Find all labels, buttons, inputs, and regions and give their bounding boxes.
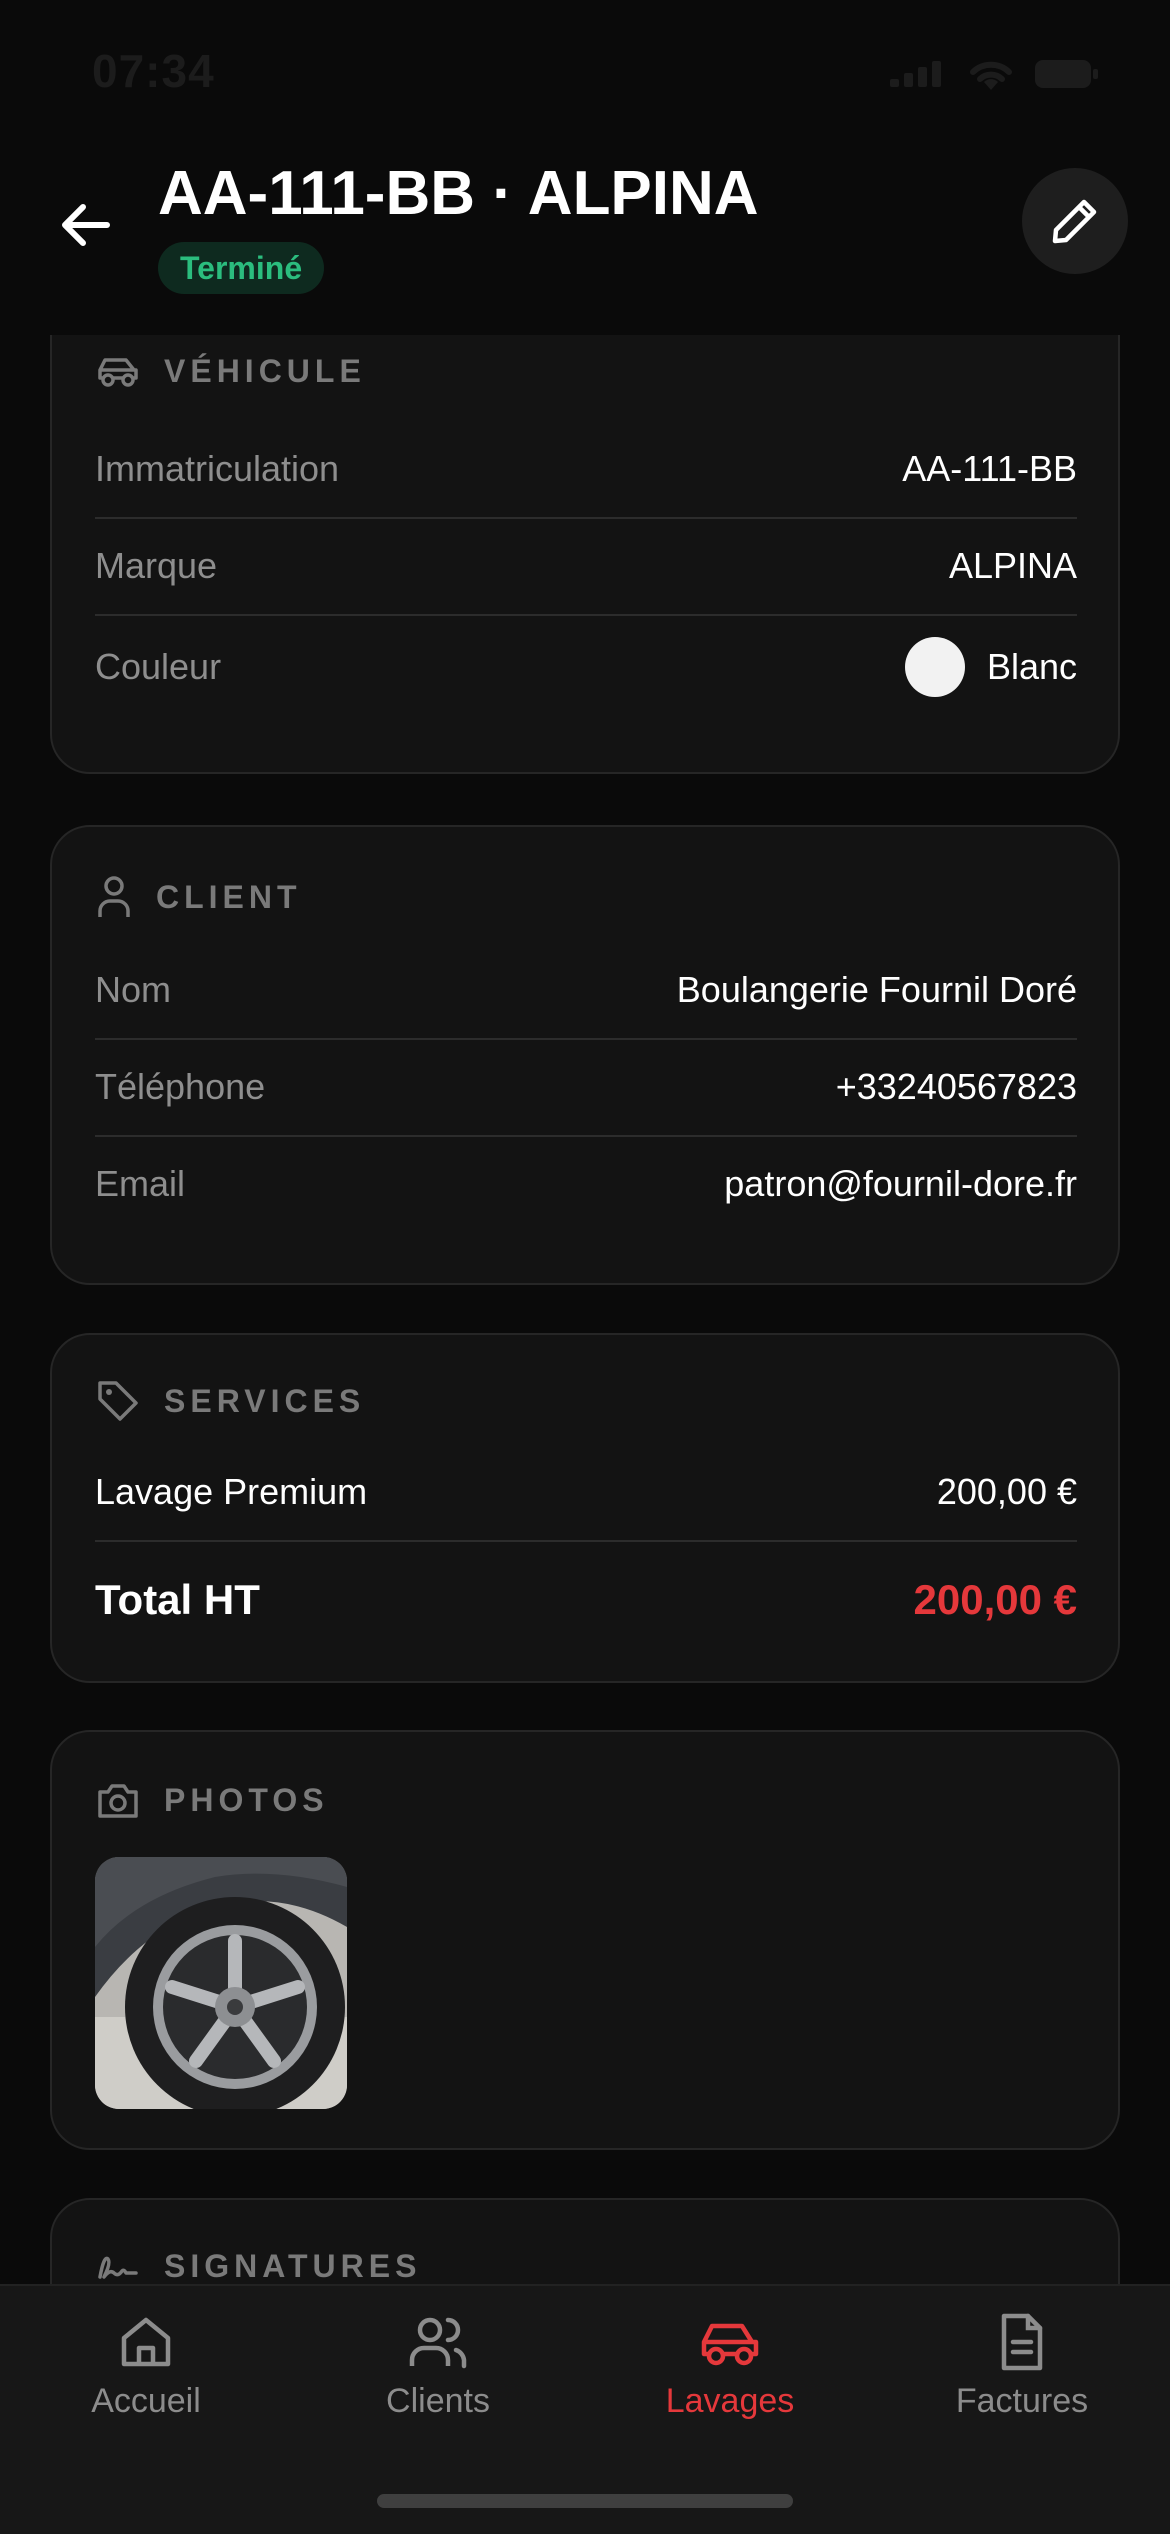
row-value: Blanc <box>986 646 1077 687</box>
photos-card-header: PHOTOS <box>96 1780 329 1820</box>
total-value: 200,00 € <box>913 1576 1078 1623</box>
photo-thumbnail[interactable] <box>95 1857 347 2109</box>
row-value: AA-111-BB <box>902 447 1077 489</box>
tab-label: Factures <box>955 2382 1089 2420</box>
vehicle-row-plate: Immatriculation AA-111-BB <box>95 420 1077 519</box>
users-icon <box>409 2317 467 2369</box>
status-time: 07:34 <box>92 45 215 97</box>
arrow-left-icon <box>62 204 110 246</box>
vehicle-card-header: VÉHICULE <box>96 353 366 390</box>
tag-icon <box>98 1381 138 1421</box>
tab-label: Clients <box>386 2382 490 2420</box>
tab-factures[interactable]: Factures <box>876 2312 1168 2421</box>
client-card: CLIENT Nom Boulangerie Fournil Doré Télé… <box>50 825 1120 1285</box>
back-button[interactable] <box>50 190 120 260</box>
total-row: Total HT 200,00 € <box>95 1545 1077 1655</box>
wash-detail-content[interactable]: VÉHICULE Immatriculation AA-111-BB Marqu… <box>0 335 1170 2285</box>
service-price: 200,00 € <box>936 1470 1077 1512</box>
signature-icon <box>98 2256 138 2279</box>
home-icon <box>121 2317 171 2367</box>
service-name: Lavage Premium <box>95 1470 368 1512</box>
row-label: Couleur <box>95 646 222 687</box>
client-row-email: Email patron@fournil-dore.fr <box>95 1135 1077 1232</box>
invoice-icon <box>1001 2313 1043 2371</box>
total-label: Total HT <box>95 1576 260 1623</box>
bottom-tab-bar: Accueil Clients Lavages Factures <box>0 2284 1170 2534</box>
tab-accueil[interactable]: Accueil <box>0 2312 292 2421</box>
wifi-icon <box>966 56 1016 97</box>
photos-card-title: PHOTOS <box>164 1781 329 1818</box>
services-card-title: SERVICES <box>164 1382 366 1419</box>
car-icon <box>701 2323 759 2366</box>
pencil-icon <box>1052 199 1097 244</box>
row-value[interactable]: patron@fournil-dore.fr <box>724 1163 1077 1205</box>
signal-icon <box>888 59 948 94</box>
home-indicator <box>377 2494 793 2508</box>
tab-clients[interactable]: Clients <box>292 2312 584 2421</box>
signatures-card-title: SIGNATURES <box>164 2248 422 2284</box>
client-card-title: CLIENT <box>156 878 302 915</box>
vehicle-row-brand: Marque ALPINA <box>95 517 1077 616</box>
services-card: SERVICES Lavage Premium 200,00 € Total H… <box>50 1333 1120 1683</box>
car-icon <box>98 357 138 387</box>
client-card-header: CLIENT <box>96 875 302 919</box>
color-swatch <box>904 637 965 697</box>
signatures-card: SIGNATURES <box>50 2198 1120 2285</box>
row-label: Téléphone <box>95 1065 266 1107</box>
vehicle-row-color: Couleur Blanc <box>95 616 1077 718</box>
row-label: Nom <box>95 968 172 1010</box>
signatures-card-header: SIGNATURES <box>96 2248 421 2285</box>
service-line-item: Lavage Premium 200,00 € <box>95 1443 1077 1542</box>
tab-lavages[interactable]: Lavages <box>584 2312 876 2421</box>
status-icons <box>888 56 1100 97</box>
top-bar: AA-111-BB · ALPINA Terminé <box>0 150 1170 335</box>
page-title: AA-111-BB · ALPINA <box>158 159 759 228</box>
services-card-header: SERVICES <box>96 1379 365 1423</box>
photos-card: PHOTOS <box>50 1730 1120 2150</box>
row-value: Boulangerie Fournil Doré <box>676 968 1077 1010</box>
status-badge: Terminé <box>158 242 325 294</box>
camera-icon <box>98 1784 138 1818</box>
row-value[interactable]: +33240567823 <box>836 1066 1077 1108</box>
user-icon <box>98 876 130 917</box>
vehicle-card-title: VÉHICULE <box>164 353 366 389</box>
tab-label: Lavages <box>665 2382 795 2420</box>
row-label: Marque <box>95 544 218 586</box>
client-row-name: Nom Boulangerie Fournil Doré <box>95 941 1077 1040</box>
vehicle-card: VÉHICULE Immatriculation AA-111-BB Marqu… <box>50 335 1120 774</box>
tab-label: Accueil <box>91 2382 201 2420</box>
battery-icon <box>1034 58 1100 95</box>
row-label: Immatriculation <box>95 447 340 489</box>
client-row-phone: Téléphone +33240567823 <box>95 1038 1077 1137</box>
status-bar: 07:34 <box>0 0 1170 150</box>
row-value: ALPINA <box>948 544 1077 586</box>
edit-button[interactable] <box>1022 168 1128 274</box>
row-label: Email <box>95 1162 186 1204</box>
